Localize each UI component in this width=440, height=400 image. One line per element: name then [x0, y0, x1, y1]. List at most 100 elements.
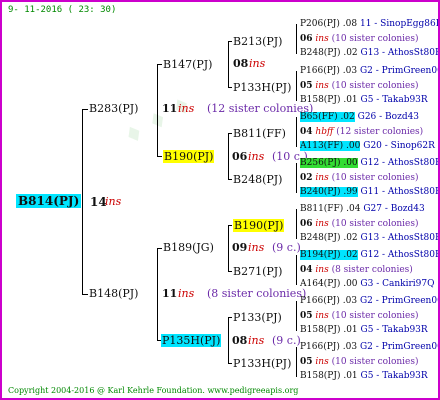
g4-a[interactable]: B158(PJ) .01 [300, 371, 358, 381]
g4-b: G5 - Takab93R [360, 325, 428, 335]
g4-a[interactable]: P166(PJ) .03 [300, 66, 357, 76]
g3-p133h-2[interactable]: P133H(PJ) [233, 358, 291, 369]
connector [82, 294, 88, 295]
g4-a[interactable]: P206(PJ) .08 [300, 19, 357, 29]
g4-b: G12 - AthosSt80R [360, 250, 440, 260]
connector [228, 225, 232, 226]
footer-copyright: Copyright 2004-2016 @ Karl Kehrle Founda… [8, 386, 205, 395]
g2-p135h[interactable]: P135H(PJ) [161, 334, 222, 347]
g4-b: G27 - Bozd43 [363, 204, 425, 214]
g2-b190-ins: ins [248, 150, 265, 163]
connector [296, 255, 297, 285]
g4-a: 04 [300, 127, 313, 137]
connector [228, 41, 229, 87]
g4-b: G11 - AthosSt80R [360, 187, 440, 197]
g4-b: G26 - Bozd43 [357, 112, 420, 122]
connector [157, 64, 162, 65]
g3-b190[interactable]: B190(PJ) [233, 219, 285, 232]
g4-a[interactable]: B248(PJ) .02 [300, 48, 358, 58]
g4-ins: ins [315, 34, 329, 44]
g4-a[interactable]: B240(PJ) .99 [300, 187, 358, 197]
g3-p133h[interactable]: P133H(PJ) [233, 82, 291, 93]
g4-ins: hbff [315, 127, 334, 137]
g4-a[interactable]: B158(PJ) .01 [300, 95, 358, 105]
g4-b: G3 - Cankiri97Q [360, 279, 435, 289]
g4-b: (10 sister colonies) [331, 173, 419, 183]
connector [228, 225, 229, 271]
g4-a[interactable]: B248(PJ) .02 [300, 233, 358, 243]
g2-b189[interactable]: B189(JG) [163, 242, 214, 253]
g4-a[interactable]: B811(FF) .04 [300, 204, 360, 214]
g4-b: G20 - Sinop62R [363, 141, 435, 151]
g4-a[interactable]: A113(FF) .00 [300, 141, 361, 151]
connector [228, 179, 232, 180]
g1-dam-sisters: (8 sister colonies) [207, 287, 307, 300]
g4-b: G5 - Takab93R [360, 371, 428, 381]
g4-b: G2 - PrimGreen00 [359, 296, 440, 306]
footer: Copyright 2004-2016 @ Karl Kehrle Founda… [8, 386, 298, 395]
g4-ins: ins [315, 81, 329, 91]
connector [228, 133, 229, 179]
g1-sire-year: 11 [162, 102, 178, 115]
g4-a: 06 [300, 219, 313, 229]
g4-a[interactable]: A164(PJ) .00 [300, 279, 358, 289]
g3-b213[interactable]: B213(PJ) [233, 36, 282, 47]
g4-a[interactable]: B158(PJ) .01 [300, 325, 358, 335]
footer-website-link[interactable]: www.pedigreeapis.org [207, 386, 298, 395]
g4-a: 05 [300, 357, 313, 367]
g2-b147[interactable]: B147(PJ) [163, 59, 212, 70]
g4-b: G2 - PrimGreen00 [359, 342, 440, 352]
g4-b: (10 sister colonies) [331, 81, 419, 91]
g4-b: (12 sister colonies) [336, 127, 424, 137]
connector [228, 271, 232, 272]
connector [296, 163, 297, 193]
g4-a: 04 [300, 265, 313, 275]
g4-b: (10 sister colonies) [331, 219, 419, 229]
g1-dam[interactable]: B148(PJ) [89, 288, 138, 299]
g4-a[interactable]: B65(FF) .02 [300, 112, 355, 122]
g2-p135h-ins: ins [248, 334, 265, 347]
connector [157, 248, 162, 249]
g3-b271[interactable]: B271(PJ) [233, 266, 282, 277]
g4-a: 02 [300, 173, 313, 183]
g2-b189-year: 09 [232, 241, 248, 254]
g2-b190-year: 06 [232, 150, 248, 163]
connector [296, 209, 297, 239]
g2-b189-sisters: (9 c.) [272, 241, 301, 254]
header-date: 9- 11-2016 ( 23: 30) [8, 5, 117, 15]
connector [296, 71, 297, 101]
connector [228, 317, 229, 363]
g3-p133[interactable]: P133(PJ) [233, 312, 282, 323]
g2-b189-ins: ins [248, 241, 265, 254]
g4-b: G2 - PrimGreen00 [359, 66, 440, 76]
g2-b190[interactable]: B190(PJ) [163, 150, 215, 163]
connector [296, 117, 297, 147]
g4-b: G5 - Takab93R [360, 95, 428, 105]
g4-a[interactable]: B194(PJ) .02 [300, 250, 358, 260]
g1-sire-sisters: (12 sister colonies) [207, 102, 314, 115]
g4-b: (10 sister colonies) [331, 311, 419, 321]
g2-p135h-year: 08 [232, 334, 248, 347]
g4-a[interactable]: P166(PJ) .03 [300, 342, 357, 352]
connector [157, 64, 158, 156]
connector [228, 41, 232, 42]
g4-b: (8 sister colonies) [331, 265, 413, 275]
g3-b248[interactable]: B248(PJ) [233, 174, 282, 185]
g1-sire[interactable]: B283(PJ) [89, 103, 138, 114]
g3-b811[interactable]: B811(FF) [233, 128, 286, 139]
g4-b: G12 - AthosSt80R [360, 158, 440, 168]
g4-b: 11 - SinopEgg86R [359, 19, 440, 29]
root-queen[interactable]: B814(PJ) [16, 194, 82, 208]
g1-dam-year: 11 [162, 287, 178, 300]
g3-08: 08 [233, 57, 249, 70]
connector [157, 156, 162, 157]
g4-a[interactable]: P166(PJ) .03 [300, 296, 357, 306]
pedigree-frame: { "header": { "date": "9- 11-2016 ( 23: … [0, 0, 440, 400]
g4-a: 05 [300, 311, 313, 321]
g4-ins: ins [315, 265, 329, 275]
g4-a[interactable]: B256(PJ) .00 [300, 158, 358, 168]
g4-b: G13 - AthosSt80R [360, 233, 440, 243]
connector [82, 109, 88, 110]
g4-b: (10 sister colonies) [331, 357, 419, 367]
g4-ins: ins [315, 173, 329, 183]
